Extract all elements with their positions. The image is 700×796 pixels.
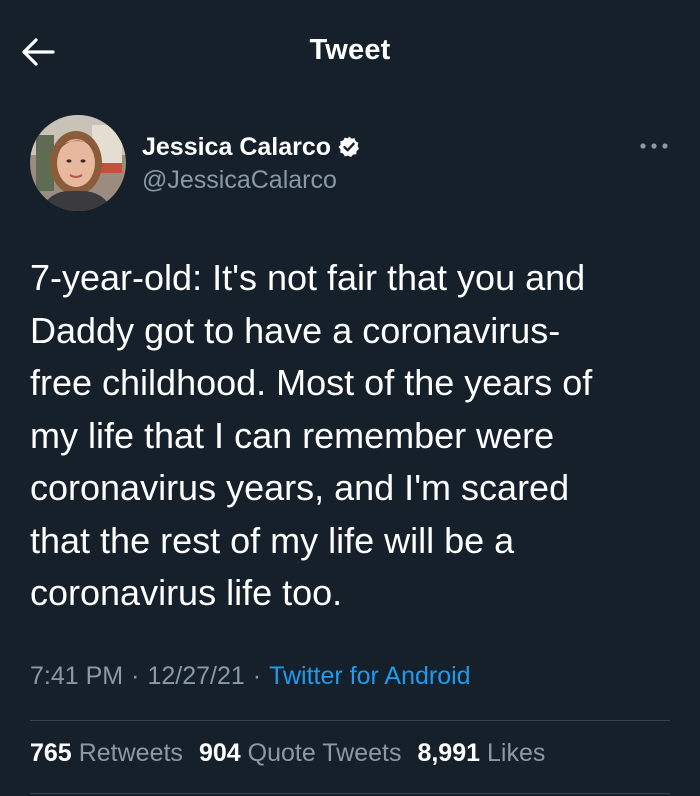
tweet-meta: 7:41 PM · 12/27/21 · Twitter for Android (30, 662, 471, 691)
retweets-count: 765 (30, 739, 72, 767)
quote-tweets-stat[interactable]: 904 Quote Tweets (199, 739, 402, 768)
tweet-time[interactable]: 7:41 PM (30, 662, 123, 690)
tweet-text: 7-year-old: It's not fair that you and D… (30, 257, 593, 613)
likes-stat[interactable]: 8,991 Likes (417, 739, 545, 768)
author-name[interactable]: Jessica Calarco (142, 133, 331, 162)
more-dots-icon (640, 143, 668, 149)
tweet-source-link[interactable]: Twitter for Android (269, 662, 470, 690)
avatar-image (30, 115, 126, 211)
meta-separator: · (252, 662, 262, 690)
author-row: Jessica Calarco (142, 130, 361, 164)
page-title: Tweet (309, 34, 391, 66)
verified-badge-icon (338, 136, 360, 157)
avatar[interactable] (30, 115, 126, 211)
likes-label: Likes (487, 739, 546, 767)
tweet-stats: 765 Retweets 904 Quote Tweets 8,991 Likes (30, 739, 561, 768)
retweets-stat[interactable]: 765 Retweets (30, 739, 183, 768)
likes-count: 8,991 (417, 739, 481, 767)
more-button[interactable] (636, 134, 672, 158)
meta-separator: · (131, 662, 140, 690)
divider (30, 793, 670, 794)
retweets-label: Retweets (78, 739, 183, 767)
quote-tweets-count: 904 (198, 739, 241, 767)
quote-tweets-label: Quote Tweets (247, 739, 402, 767)
author-handle[interactable]: @JessicaCalarco (142, 166, 337, 195)
top-bar: Tweet (0, 0, 700, 104)
tweet-date[interactable]: 12/27/21 (147, 662, 244, 690)
divider (30, 720, 670, 721)
